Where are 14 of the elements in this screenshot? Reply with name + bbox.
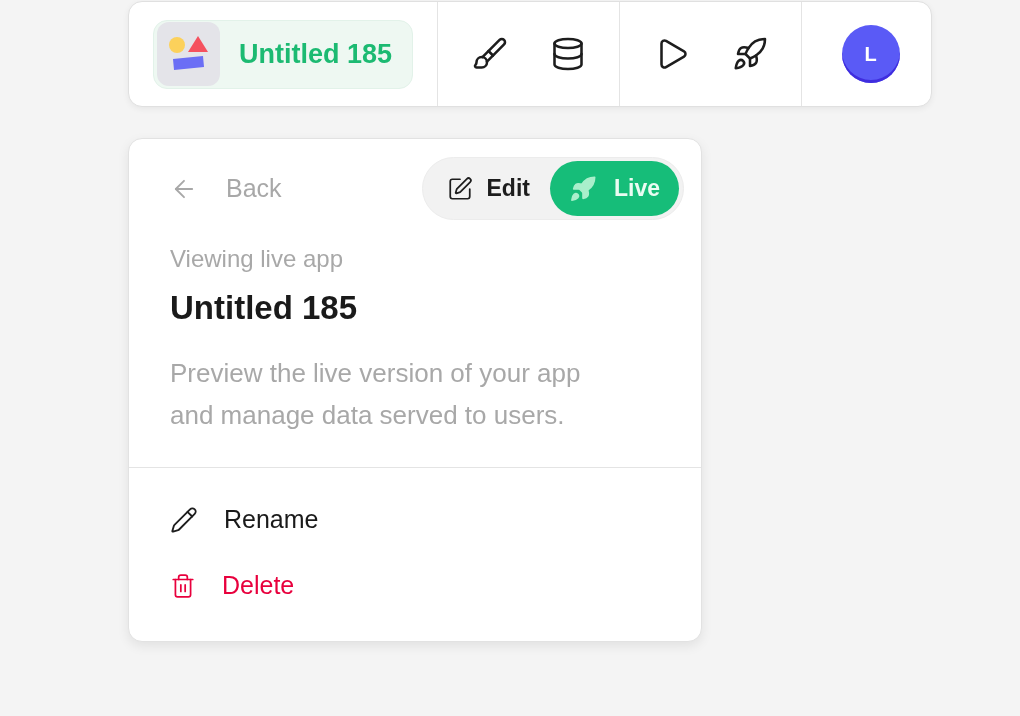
app-title: Untitled 185 [170,288,359,328]
back-button[interactable]: Back [170,169,282,208]
edit-icon [446,175,473,202]
menu-item[interactable]: Delete [170,564,701,608]
description-text: Preview the live version of your app and manage data served to users. [170,357,582,432]
shapes-icon [157,22,220,86]
rocket-icon [568,174,597,203]
eyebrow-text: Viewing live app [170,244,344,274]
pencil-icon [170,506,198,534]
menu-item[interactable]: Rename [170,498,701,542]
mode-tab[interactable]: Edit [426,161,550,216]
avatar[interactable]: L [841,25,900,83]
trash-icon [170,573,196,599]
brush-icon[interactable] [471,36,508,72]
